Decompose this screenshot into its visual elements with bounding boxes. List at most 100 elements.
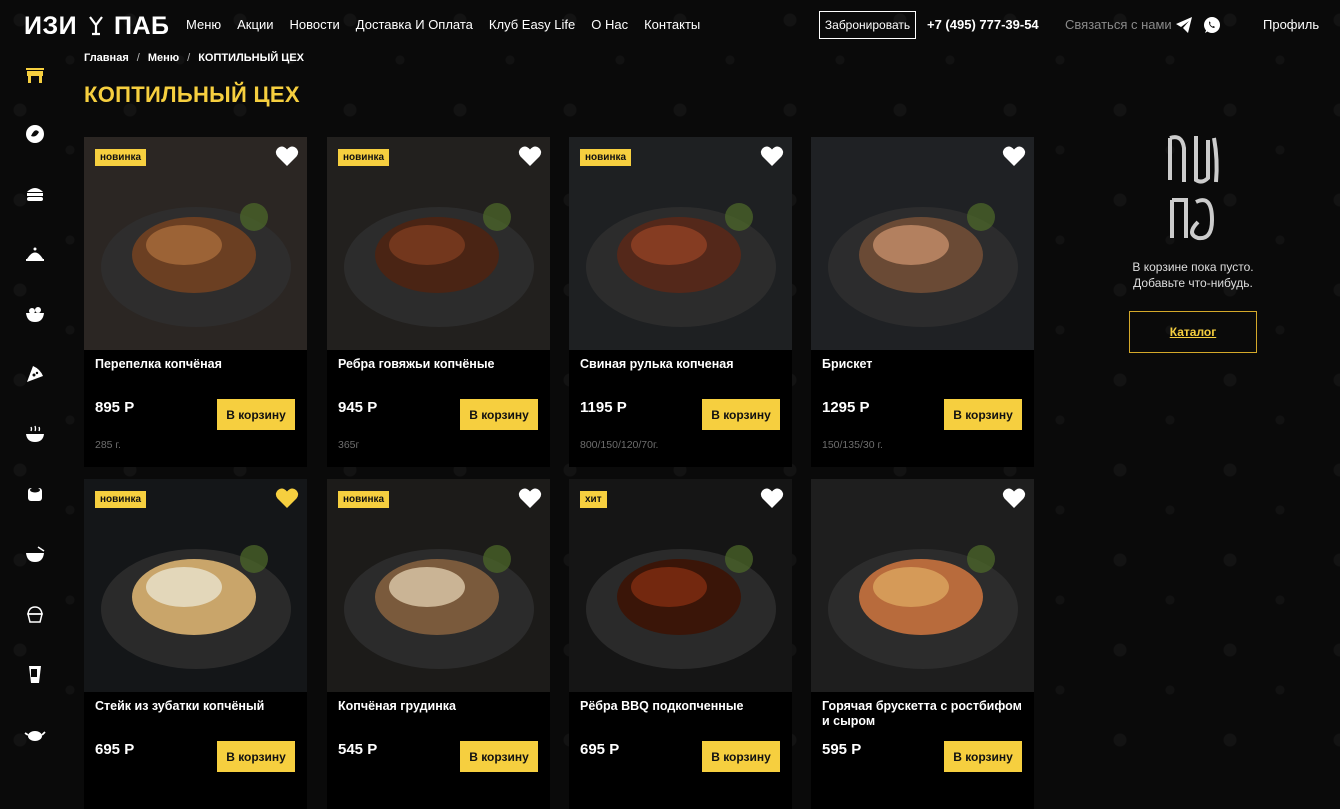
add-to-cart-button[interactable]: В корзину [944,399,1022,430]
nav-news[interactable]: Новости [289,17,339,32]
breadcrumb-separator: / [136,52,140,64]
teapot-icon[interactable] [24,723,46,745]
cart-empty-line1: В корзине пока пусто. [1132,260,1254,274]
burger-icon[interactable] [24,183,46,205]
breadcrumb-current: КОПТИЛЬНЫЙ ЦЕХ [198,52,305,64]
contact-label: Связаться с нами [1065,17,1172,32]
favorite-heart-icon[interactable] [275,487,299,509]
glass-icon[interactable] [24,663,46,685]
product-card[interactable]: новинка Стейк из зубатки копчёный 695 Р В к… [84,479,307,809]
product-photo[interactable] [84,137,307,350]
product-photo[interactable] [811,479,1034,692]
product-weight: 285 г. [95,439,121,451]
nav-about[interactable]: О Нас [591,17,628,32]
add-to-cart-button[interactable]: В корзину [217,741,295,772]
pizza-icon[interactable] [24,363,46,385]
book-button[interactable]: Забронировать [819,11,916,39]
favorite-heart-icon[interactable] [275,145,299,167]
nav-menu[interactable]: Меню [186,17,221,32]
favorite-heart-icon[interactable] [1002,145,1026,167]
product-badge: хит [580,491,607,508]
logo-emblem-icon [88,16,103,36]
product-name[interactable]: Стейк из зубатки копчёный [95,699,295,714]
add-to-cart-button[interactable]: В корзину [460,741,538,772]
sushi-icon[interactable] [24,483,46,505]
logo-text-right: ПАБ [114,12,170,40]
salad-icon[interactable] [24,303,46,325]
product-card[interactable]: Горячая брускетта с ростбифом и сыром 595… [811,479,1034,809]
product-name[interactable]: Копчёная грудинка [338,699,538,714]
product-weight: 150/135/30 г. [822,439,883,451]
whatsapp-icon[interactable] [1203,16,1221,34]
favorite-heart-icon[interactable] [760,487,784,509]
product-photo[interactable] [327,137,550,350]
favorite-heart-icon[interactable] [760,145,784,167]
product-name[interactable]: Рёбра BBQ подкопченные [580,699,780,714]
product-badge: новинка [95,149,147,166]
favorite-heart-icon[interactable] [1002,487,1026,509]
product-price: 545 Р [338,741,378,758]
product-name[interactable]: Перепелка копчёная [95,357,295,372]
add-to-cart-button[interactable]: В корзину [702,399,780,430]
product-price: 1195 Р [580,399,627,416]
product-price: 695 Р [580,741,620,758]
product-badge: новинка [338,149,390,166]
breadcrumb-separator: / [187,52,191,64]
page-title: КОПТИЛЬНЫЙ ЦЕХ [84,82,300,107]
cart-empty-message: В корзине пока пусто. Добавьте что-нибуд… [1110,259,1276,291]
nav-promos[interactable]: Акции [237,17,273,32]
favorite-heart-icon[interactable] [518,487,542,509]
product-badge: новинка [95,491,147,508]
phone-link[interactable]: +7 (495) 777-39-54 [927,17,1039,32]
product-badge: новинка [338,491,390,508]
product-photo[interactable] [569,479,792,692]
add-to-cart-button[interactable]: В корзину [460,399,538,430]
soup-icon[interactable] [24,423,46,445]
telegram-icon[interactable] [1175,16,1193,34]
product-name[interactable]: Брискет [822,357,1022,372]
product-price: 895 Р [95,399,135,416]
product-card[interactable]: новинка Ребра говяжьи копчёные 945 Р В корз… [327,137,550,467]
product-price: 945 Р [338,399,378,416]
product-card[interactable]: новинка Перепелка копчёная 895 Р В корзину 2… [84,137,307,467]
product-name[interactable]: Горячая брускетта с ростбифом и сыром [822,699,1022,729]
cart-logo-icon [1168,135,1219,241]
add-to-cart-button[interactable]: В корзину [702,741,780,772]
product-card[interactable]: Брискет 1295 Р В корзину 150/135/30 г. [811,137,1034,467]
chair-icon[interactable] [24,65,46,87]
cart-empty-line2: Добавьте что-нибудь. [1133,276,1253,290]
breadcrumb-home[interactable]: Главная [84,52,129,64]
bowl-icon[interactable] [24,543,46,565]
breadcrumb-menu[interactable]: Меню [148,52,179,64]
breadcrumb: Главная / Меню / КОПТИЛЬНЫЙ ЦЕХ [84,52,304,64]
product-card[interactable]: новинка Свиная рулька копченая 1195 Р В кор… [569,137,792,467]
add-to-cart-button[interactable]: В корзину [217,399,295,430]
catalog-button[interactable]: Каталог [1129,311,1257,353]
nav-club[interactable]: Клуб Easy Life [489,17,575,32]
profile-link[interactable]: Профиль [1263,17,1319,32]
product-badge: новинка [580,149,632,166]
product-name[interactable]: Ребра говяжьи копчёные [338,357,538,372]
product-weight: 365г [338,439,360,451]
product-photo[interactable] [811,137,1034,350]
product-card[interactable]: хит Рёбра BBQ подкопченные 695 Р В корзину [569,479,792,809]
product-weight: 800/150/120/70г. [580,439,659,451]
product-photo[interactable] [327,479,550,692]
product-name[interactable]: Свиная рулька копченая [580,357,780,372]
product-photo[interactable] [84,479,307,692]
main-nav: Меню Акции Новости Доставка И Оплата Клу… [186,17,700,32]
logo-text-left: ИЗИ [24,12,78,40]
nav-delivery[interactable]: Доставка И Оплата [356,17,473,32]
add-to-cart-button[interactable]: В корзину [944,741,1022,772]
product-card[interactable]: новинка Копчёная грудинка 545 Р В корзину [327,479,550,809]
favorite-heart-icon[interactable] [518,145,542,167]
logo[interactable]: ИЗИ ПАБ [24,12,170,41]
leaf-icon[interactable] [24,123,46,145]
cloche-icon[interactable] [24,243,46,265]
product-price: 1295 Р [822,399,870,416]
product-price: 695 Р [95,741,135,758]
site-header: ИЗИ ПАБ Меню Акции Новости Доставка И Оп… [0,0,1340,50]
cupcake-icon[interactable] [24,603,46,625]
nav-contacts[interactable]: Контакты [644,17,700,32]
product-photo[interactable] [569,137,792,350]
